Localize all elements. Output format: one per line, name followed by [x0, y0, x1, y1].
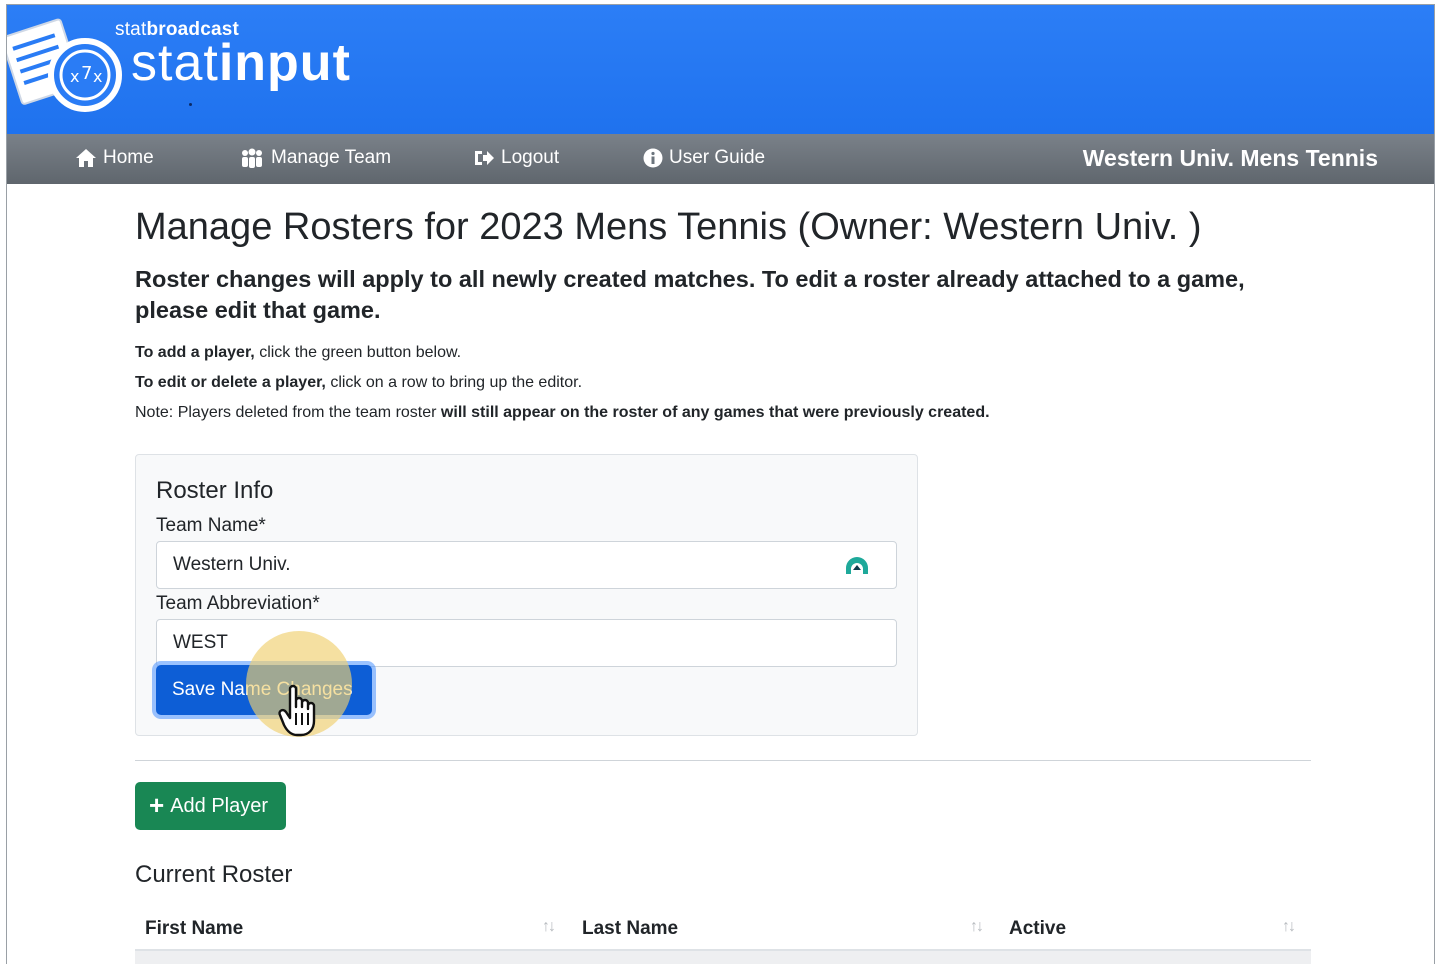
site-header: x 7 x statbroadcast statinput [7, 5, 1434, 134]
brand-title: statinput [131, 34, 351, 92]
nav-home[interactable]: Home [75, 147, 154, 169]
info-icon [643, 148, 663, 168]
add-player-label: Add Player [170, 794, 269, 817]
svg-text:7: 7 [81, 63, 92, 84]
nav-user-guide[interactable]: User Guide [643, 147, 765, 169]
nav-team-name: Western Univ. Mens Tennis [1082, 145, 1378, 171]
nav-logout-label: Logout [501, 147, 560, 168]
nav-user-guide-label: User Guide [669, 147, 766, 168]
note-deleted-players: Note: Players deleted from the team rost… [135, 404, 990, 421]
logout-icon [475, 151, 494, 165]
column-last-name[interactable]: Last Name [582, 918, 678, 940]
table-row[interactable] [135, 951, 1311, 964]
home-icon [76, 149, 96, 167]
svg-text:x: x [93, 67, 102, 86]
column-first-name[interactable]: First Name [145, 918, 243, 940]
note-edit-player: To edit or delete a player, click on a r… [135, 374, 583, 391]
nav-logout[interactable]: Logout [473, 147, 559, 169]
team-name-value: Western Univ. [173, 554, 291, 575]
roster-info-title: Roster Info [156, 477, 274, 504]
team-name-input[interactable]: Western Univ. [156, 541, 897, 589]
team-abbrev-value: WEST [173, 632, 228, 653]
page-subtitle: Roster changes will apply to all newly c… [135, 266, 1245, 323]
team-abbrev-label: Team Abbreviation* [156, 593, 320, 614]
team-name-label: Team Name* [156, 515, 266, 536]
current-roster-title: Current Roster [135, 861, 293, 888]
app-window: x 7 x statbroadcast statinput Home Manag… [6, 4, 1435, 964]
statinput-logo-icon: x 7 x [7, 18, 122, 112]
hand-cursor-icon [278, 684, 316, 737]
password-manager-icon[interactable] [844, 554, 870, 576]
nav-manage-team[interactable]: Manage Team [239, 147, 391, 169]
column-active[interactable]: Active [1009, 918, 1066, 940]
roster-info-card: Roster Info Team Name* Western Univ. Tea… [135, 454, 918, 737]
add-player-button[interactable]: + Add Player [135, 782, 286, 830]
note-add-player: To add a player, click the green button … [135, 344, 462, 361]
svg-text:x: x [70, 67, 79, 86]
nav-home-label: Home [103, 147, 154, 168]
roster-table-header: First Name ↑↓ Last Name ↑↓ Active ↑↓ [135, 906, 1311, 951]
users-icon [242, 148, 262, 168]
plus-icon: + [149, 789, 165, 820]
section-divider [135, 760, 1311, 761]
nav-manage-team-label: Manage Team [271, 147, 392, 168]
sort-first-name-icon[interactable]: ↑↓ [542, 918, 556, 936]
sort-last-name-icon[interactable]: ↑↓ [970, 918, 984, 936]
header-dot [189, 103, 192, 106]
main-nav: Home Manage Team Logout User Guide Weste… [7, 134, 1434, 184]
page-title: Manage Rosters for 2023 Mens Tennis (Own… [135, 206, 1202, 248]
sort-active-icon[interactable]: ↑↓ [1282, 918, 1296, 936]
